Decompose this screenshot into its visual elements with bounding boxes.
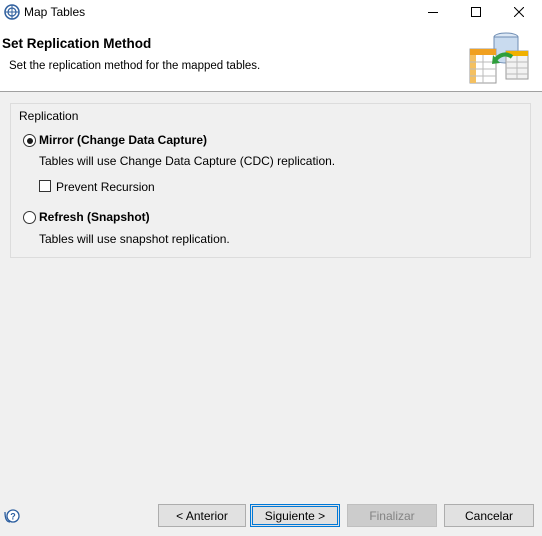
refresh-radio[interactable] (23, 211, 36, 224)
close-button[interactable] (496, 0, 542, 24)
radio-selected-dot (26, 137, 33, 144)
header-banner: Set Replication Method Set the replicati… (0, 24, 542, 92)
next-button[interactable]: Siguiente > (250, 504, 340, 527)
page-description: Set the replication method for the mappe… (9, 60, 261, 72)
maximize-button[interactable] (453, 0, 499, 24)
page-title: Set Replication Method (2, 36, 152, 51)
cancel-button[interactable]: Cancelar (444, 504, 534, 527)
mirror-radio[interactable] (23, 134, 36, 147)
mirror-radio-label[interactable]: Mirror (Change Data Capture) (39, 133, 207, 147)
replication-group-label: Replication (19, 109, 79, 123)
help-icon[interactable]: ? (4, 509, 20, 524)
mirror-description: Tables will use Change Data Capture (CDC… (39, 154, 336, 168)
refresh-description: Tables will use snapshot replication. (39, 232, 230, 246)
database-tables-graphic (466, 29, 530, 89)
maximize-icon (471, 7, 481, 17)
title-bar: Map Tables (0, 0, 542, 24)
minimize-icon (428, 12, 438, 13)
refresh-radio-label[interactable]: Refresh (Snapshot) (39, 210, 150, 224)
minimize-button[interactable] (410, 0, 456, 24)
finish-button[interactable]: Finalizar (347, 504, 437, 527)
map-tables-icon (4, 4, 20, 20)
window-title: Map Tables (24, 5, 86, 19)
back-button[interactable]: < Anterior (158, 504, 246, 527)
close-icon (514, 7, 524, 17)
svg-text:?: ? (10, 512, 16, 522)
prevent-recursion-label[interactable]: Prevent Recursion (56, 180, 155, 194)
prevent-recursion-checkbox[interactable] (39, 180, 51, 192)
